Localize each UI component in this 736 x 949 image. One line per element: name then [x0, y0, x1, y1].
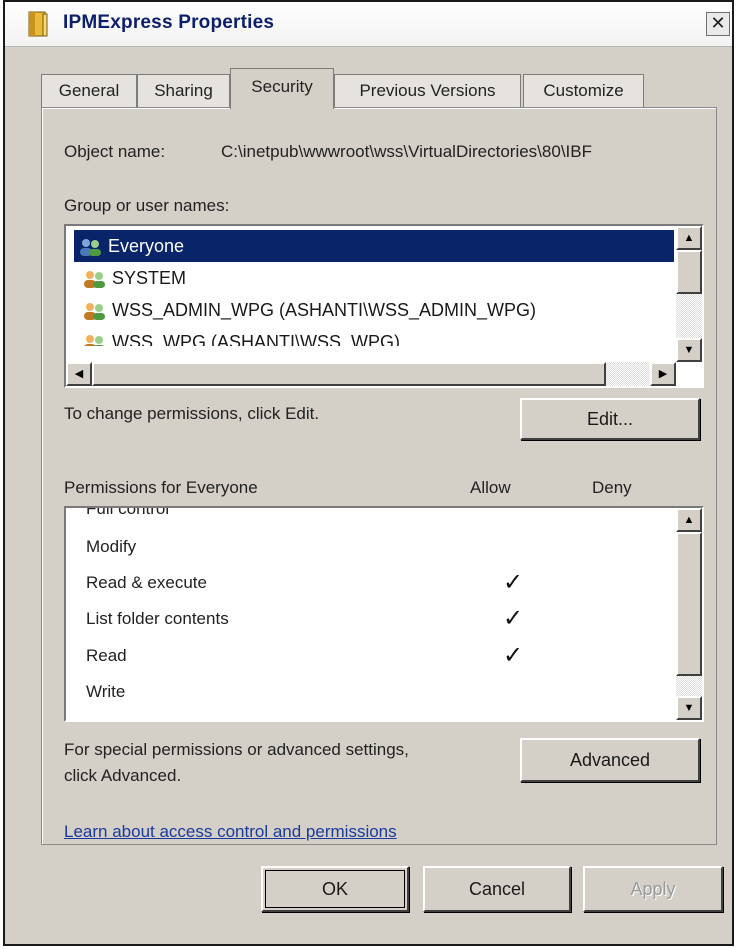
allow-column-header: Allow [470, 478, 511, 497]
permission-name: Special permissions [86, 710, 237, 720]
tab-security[interactable]: Security [230, 68, 334, 109]
user-name: SYSTEM [112, 268, 187, 288]
permissions-vertical-scrollbar[interactable]: ▲ ▼ [676, 508, 702, 720]
change-permissions-hint: To change permissions, click Edit. [64, 404, 320, 423]
list-item-system[interactable]: SYSTEM [78, 262, 674, 294]
list-item-wss-admin-wpg[interactable]: WSS_ADMIN_WPG (ASHANTI\WSS_ADMIN_WPG) [78, 294, 674, 326]
permission-row-read-execute: Read & execute ✓ [86, 566, 672, 600]
close-button[interactable]: ✕ [706, 12, 730, 36]
ok-button[interactable]: OK [261, 866, 409, 912]
edit-button[interactable]: Edit... [520, 398, 700, 440]
tab-previous-versions[interactable]: Previous Versions [334, 74, 521, 108]
properties-dialog: IPMExpress Properties ✕ General Sharing … [3, 0, 734, 946]
scroll-up-button[interactable]: ▲ [676, 508, 702, 532]
deny-column-header: Deny [592, 478, 632, 497]
scroll-thumb[interactable] [676, 532, 702, 676]
scroll-down-button[interactable]: ▼ [676, 696, 702, 720]
folder-icon [28, 11, 48, 37]
permissions-list[interactable]: Full control Modify Read & execute ✓ Lis… [64, 506, 704, 722]
permission-name: Read [86, 646, 127, 665]
users-icon [84, 303, 105, 320]
scroll-thumb[interactable] [676, 250, 702, 294]
user-name: WSS_ADMIN_WPG (ASHANTI\WSS_ADMIN_WPG) [112, 300, 537, 320]
tab-sharing[interactable]: Sharing [137, 74, 230, 108]
permission-name: Modify [86, 537, 137, 556]
users-icon [84, 271, 105, 288]
arrow-left-icon: ◀ [74, 368, 84, 380]
list-item-wss-wpg[interactable]: WSS_WPG (ASHANTI\WSS_WPG) [78, 326, 674, 346]
allow-check-icon: ✓ [503, 605, 524, 632]
permission-row-write: Write [86, 675, 672, 709]
permission-name: Write [86, 682, 126, 701]
group-list-horizontal-scrollbar[interactable]: ◀ ▶ [66, 362, 676, 386]
permission-row-special: Special permissions [86, 710, 672, 720]
permission-row-list-folder-contents: List folder contents ✓ [86, 602, 672, 636]
object-name-value: C:\inetpub\wwwroot\wss\VirtualDirectorie… [221, 142, 592, 161]
permission-row-read: Read ✓ [86, 639, 672, 673]
allow-check-icon: ✓ [503, 642, 524, 669]
arrow-up-icon: ▲ [683, 514, 695, 526]
object-name-label: Object name: [64, 142, 166, 161]
security-panel: Object name: C:\inetpub\wwwroot\wss\Virt… [41, 107, 717, 845]
arrow-up-icon: ▲ [683, 232, 695, 244]
special-permissions-hint-line1: For special permissions or advanced sett… [64, 740, 409, 759]
arrow-right-icon: ▶ [658, 368, 668, 380]
allow-check-icon: ✓ [503, 569, 524, 596]
group-user-list[interactable]: Everyone SYSTEM WSS_ADMIN_WPG (ASHANTI\W… [64, 224, 704, 388]
scroll-right-button[interactable]: ▶ [650, 362, 676, 386]
permission-name: List folder contents [86, 609, 229, 628]
users-icon [84, 335, 104, 346]
group-list-vertical-scrollbar[interactable]: ▲ ▼ [676, 226, 702, 362]
permission-name: Full control [86, 506, 170, 518]
group-names-label: Group or user names: [64, 196, 230, 215]
user-name: WSS_WPG (ASHANTI\WSS_WPG) [112, 332, 401, 346]
permission-row-full-control: Full control [86, 506, 672, 526]
scroll-left-button[interactable]: ◀ [66, 362, 92, 386]
cancel-button[interactable]: Cancel [423, 866, 571, 912]
learn-access-control-link[interactable]: Learn about access control and permissio… [64, 822, 397, 842]
advanced-button[interactable]: Advanced [520, 738, 700, 782]
special-permissions-hint-line2: click Advanced. [64, 766, 182, 785]
arrow-down-icon: ▼ [683, 344, 695, 356]
permission-name: Read & execute [86, 573, 207, 592]
title-bar[interactable]: IPMExpress Properties ✕ [5, 2, 732, 47]
tab-general[interactable]: General [41, 74, 137, 108]
scroll-up-button[interactable]: ▲ [676, 226, 702, 250]
apply-button[interactable]: Apply [583, 866, 723, 912]
list-item-everyone[interactable]: Everyone [74, 230, 674, 262]
window-title: IPMExpress Properties [63, 12, 275, 33]
arrow-down-icon: ▼ [683, 702, 695, 714]
users-icon [80, 239, 101, 256]
scroll-down-button[interactable]: ▼ [676, 338, 702, 362]
close-icon: ✕ [710, 13, 726, 33]
tab-customize[interactable]: Customize [523, 74, 644, 108]
permission-row-modify: Modify [86, 530, 672, 564]
scroll-thumb[interactable] [92, 362, 606, 386]
user-name: Everyone [108, 236, 185, 256]
permissions-label: Permissions for Everyone [64, 478, 258, 497]
